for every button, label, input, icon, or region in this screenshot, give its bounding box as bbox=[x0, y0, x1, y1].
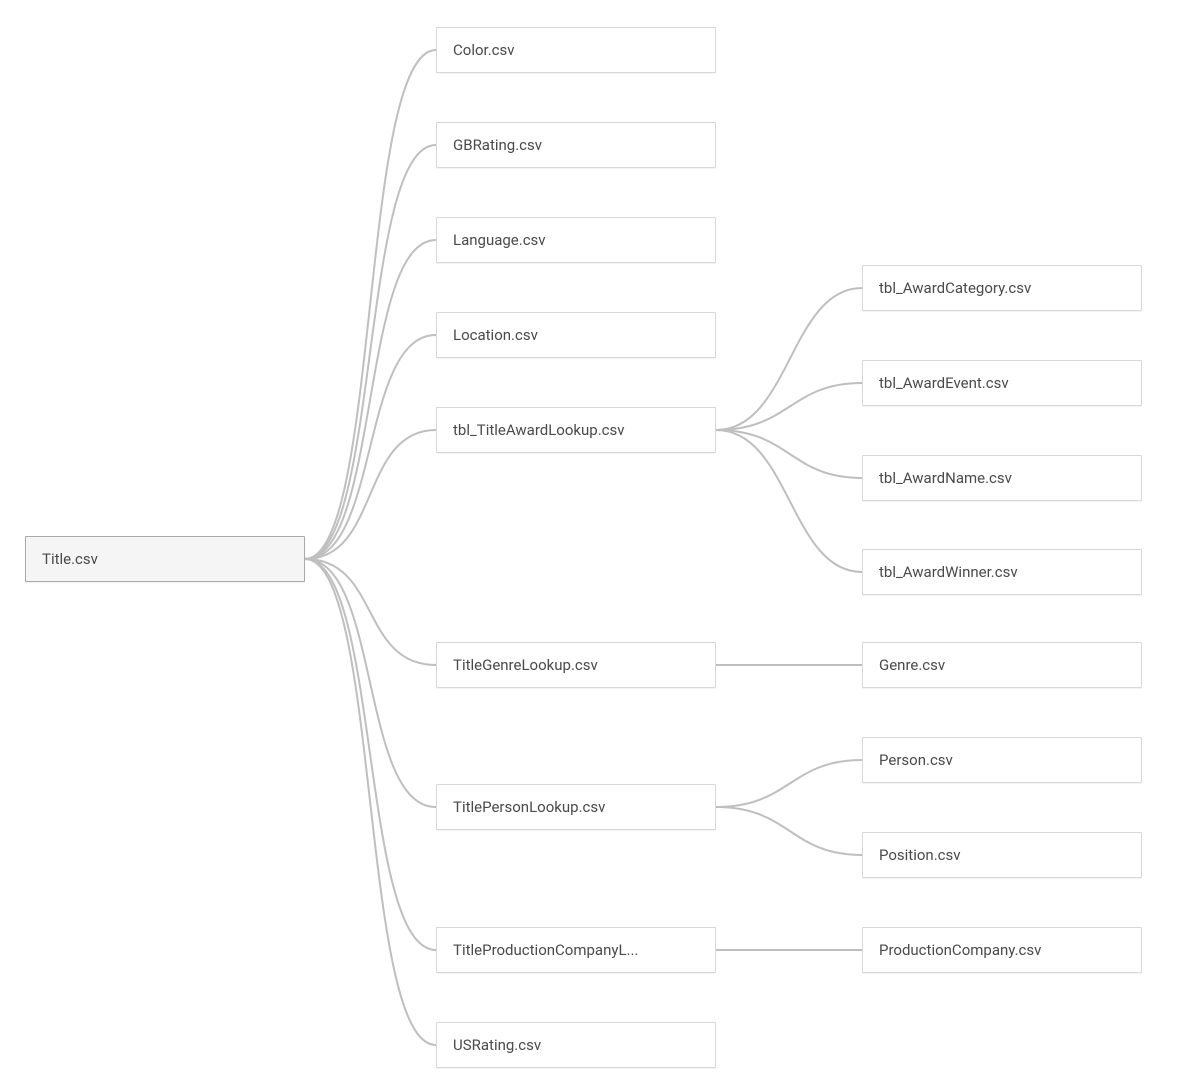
node-label: Title.csv bbox=[42, 550, 288, 568]
node-label: tbl_AwardName.csv bbox=[879, 469, 1125, 487]
node-color-csv[interactable]: Color.csv bbox=[436, 27, 716, 73]
node-person-csv[interactable]: Person.csv bbox=[862, 737, 1142, 783]
node-tbl-awardwinner-csv[interactable]: tbl_AwardWinner.csv bbox=[862, 549, 1142, 595]
node-gbrating-csv[interactable]: GBRating.csv bbox=[436, 122, 716, 168]
node-label: tbl_AwardWinner.csv bbox=[879, 563, 1125, 581]
node-label: USRating.csv bbox=[453, 1036, 699, 1054]
node-label: tbl_AwardCategory.csv bbox=[879, 279, 1125, 297]
node-label: TitleGenreLookup.csv bbox=[453, 656, 699, 674]
node-titlegenrelookup-csv[interactable]: TitleGenreLookup.csv bbox=[436, 642, 716, 688]
node-label: TitlePersonLookup.csv bbox=[453, 798, 699, 816]
node-label: tbl_AwardEvent.csv bbox=[879, 374, 1125, 392]
node-label: Position.csv bbox=[879, 846, 1125, 864]
node-usrating-csv[interactable]: USRating.csv bbox=[436, 1022, 716, 1068]
node-genre-csv[interactable]: Genre.csv bbox=[862, 642, 1142, 688]
node-tbl-titleawardlookup-csv[interactable]: tbl_TitleAwardLookup.csv bbox=[436, 407, 716, 453]
node-tbl-awardcategory-csv[interactable]: tbl_AwardCategory.csv bbox=[862, 265, 1142, 311]
node-tbl-awardname-csv[interactable]: tbl_AwardName.csv bbox=[862, 455, 1142, 501]
node-tbl-awardevent-csv[interactable]: tbl_AwardEvent.csv bbox=[862, 360, 1142, 406]
node-titlepersonlookup-csv[interactable]: TitlePersonLookup.csv bbox=[436, 784, 716, 830]
node-titleproductioncompanyl-csv[interactable]: TitleProductionCompanyL... bbox=[436, 927, 716, 973]
node-label: Language.csv bbox=[453, 231, 699, 249]
node-title-csv[interactable]: Title.csv bbox=[25, 536, 305, 582]
node-location-csv[interactable]: Location.csv bbox=[436, 312, 716, 358]
node-label: tbl_TitleAwardLookup.csv bbox=[453, 421, 699, 439]
node-label: GBRating.csv bbox=[453, 136, 699, 154]
node-label: Location.csv bbox=[453, 326, 699, 344]
node-label: Genre.csv bbox=[879, 656, 1125, 674]
node-position-csv[interactable]: Position.csv bbox=[862, 832, 1142, 878]
node-label: Person.csv bbox=[879, 751, 1125, 769]
node-label: TitleProductionCompanyL... bbox=[453, 941, 699, 959]
node-productioncompany-csv[interactable]: ProductionCompany.csv bbox=[862, 927, 1142, 973]
node-label: Color.csv bbox=[453, 41, 699, 59]
node-language-csv[interactable]: Language.csv bbox=[436, 217, 716, 263]
node-label: ProductionCompany.csv bbox=[879, 941, 1125, 959]
